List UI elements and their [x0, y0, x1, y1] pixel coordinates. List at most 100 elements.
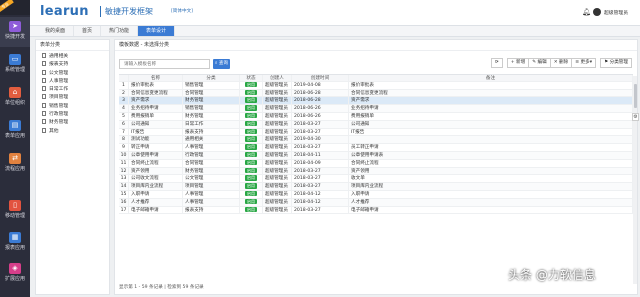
bell-icon[interactable]: 🔔︎ — [582, 8, 591, 16]
table-row[interactable]: 9 转正申请 人事管理 启用 超级管理员 2018-03-27 员工转正申请 — [119, 144, 633, 152]
column-header[interactable] — [119, 75, 129, 81]
table-cell: 8 — [119, 136, 129, 144]
status-cell: 启用 — [240, 151, 263, 159]
table-row[interactable]: 1 报价审批表 销售管理 启用 超级管理员 2019-04-08 报价审批表 — [119, 81, 633, 90]
table-cell: 合同管理 — [183, 89, 240, 97]
avatar[interactable] — [593, 8, 601, 16]
table-cell: 业务招待申请 — [129, 105, 183, 112]
tree-item[interactable]: 财务管理 — [42, 119, 109, 127]
sidebar-item-mobile[interactable]: ▯ 移动管理 — [0, 196, 30, 226]
table-row[interactable]: 7 IT报告 报表支持 启用 超级管理员 2018-03-27 IT报告 — [119, 128, 633, 137]
sidebar-item-quick-dev[interactable]: ➤ 快捷开发 — [0, 17, 30, 47]
table-row[interactable]: 16 人才推荐 人事管理 启用 超级管理员 2018-04-12 人才推荐 — [119, 198, 633, 207]
file-icon — [42, 69, 46, 75]
tab-hot-features[interactable]: 热门功能 — [101, 26, 139, 36]
table-cell: 超级管理员 — [263, 120, 292, 128]
sidebar-item-form[interactable]: ▤ 表单应用 — [0, 116, 30, 146]
table-row[interactable]: 17 电子邮箱申请 报表支持 启用 超级管理员 2018-03-27 电子邮箱申请 — [119, 206, 633, 215]
delete-button[interactable]: ✕ 删除 — [549, 58, 573, 68]
tree-item[interactable]: 报表支持 — [42, 61, 109, 69]
column-header[interactable]: 创建人 — [263, 75, 292, 81]
table-cell: 6 — [119, 120, 129, 128]
refresh-button[interactable]: ⟳ — [490, 58, 503, 68]
grid-scrollbar[interactable] — [633, 76, 637, 284]
table-row[interactable]: 2 合同信息变更流程 合同管理 启用 超级管理员 2018-06-28 合同信息变更流程 — [119, 89, 633, 98]
column-header[interactable]: 备注 — [349, 75, 633, 81]
table-cell: 人才推荐 — [129, 198, 183, 206]
status-badge: 启用 — [245, 97, 257, 103]
table-cell: 16 — [119, 198, 129, 206]
tree-item[interactable]: 销售管理 — [42, 102, 109, 111]
sidebar-item-system[interactable]: ▭ 系统管理 — [0, 50, 30, 80]
status-badge: 启用 — [245, 128, 257, 135]
column-header[interactable]: 分类 — [183, 75, 240, 81]
file-icon — [42, 86, 46, 92]
table-row[interactable]: 14 项目库内业流程 项目管理 启用 超级管理员 2018-03-27 项目库内业流程 — [119, 183, 633, 191]
tree-item[interactable]: 公文管理 — [42, 69, 109, 78]
category-manage-button[interactable]: ⚑ 分类管理 — [600, 58, 632, 68]
table-cell: 5 — [119, 112, 129, 120]
scrollbar-thumb[interactable] — [633, 84, 637, 108]
table-row[interactable]: 13 公司收文流程 公文管理 启用 超级管理员 2018-03-27 收文单 — [119, 175, 633, 184]
status-cell: 启用 — [240, 175, 263, 183]
tree-item[interactable]: 其他 — [42, 127, 109, 136]
table-row[interactable]: 3 资产需求 财务管理 启用 超级管理员 2018-06-28 资产需求 — [119, 97, 633, 106]
user-name[interactable]: 超级管理员 — [604, 9, 628, 16]
sidebar-item-flow[interactable]: ⇄ 流程应用 — [0, 149, 30, 179]
add-button[interactable]: + 新增 — [506, 58, 530, 68]
tree-item[interactable]: 日常工作 — [42, 86, 109, 94]
language-switch[interactable]: [简体中文] — [171, 8, 193, 15]
org-icon: ⌂ — [9, 87, 21, 98]
table-cell: 4 — [119, 105, 129, 112]
table-cell — [349, 136, 633, 144]
sidebar-item-extend[interactable]: ◈ 扩展应用 — [0, 259, 30, 289]
table-cell: 超级管理员 — [263, 183, 292, 190]
pro-ribbon: 专业 — [0, 0, 14, 13]
tab-form-design[interactable]: 表单设计 — [138, 26, 176, 36]
table-row[interactable]: 10 公章使用申请 行政管理 启用 超级管理员 2018-04-11 公章使用申请表 — [119, 151, 633, 160]
tab-my-desktop[interactable]: 我的桌面 — [37, 26, 75, 36]
column-header[interactable]: 创建时间 — [292, 75, 349, 81]
status-badge: 启用 — [245, 167, 257, 174]
edit-button[interactable]: ✎ 编辑 — [528, 58, 551, 68]
table-cell: 项目库内业流程 — [349, 183, 633, 190]
table-cell: 2018-04-09 — [292, 159, 349, 167]
column-header[interactable]: 状态 — [240, 75, 263, 81]
column-header[interactable]: 名称 — [129, 75, 183, 81]
table-row[interactable]: 6 公司通知 日常工作 启用 超级管理员 2018-03-27 公司通知 — [119, 120, 633, 129]
table-cell: 公司收文流程 — [129, 175, 183, 183]
tree-item[interactable]: 通用相关 — [42, 53, 109, 61]
form-icon: ▤ — [9, 120, 21, 131]
table-cell: 12 — [119, 167, 129, 175]
status-badge: 启用 — [245, 151, 257, 158]
tree-item-label: 项目管理 — [49, 95, 69, 101]
search-button[interactable]: ⌕ 查询 — [213, 59, 230, 69]
sidebar-item-report[interactable]: ▦ 报表应用 — [0, 228, 30, 258]
tab-home[interactable]: 首页 — [74, 26, 102, 36]
table-cell: 超级管理员 — [263, 89, 292, 97]
table-row[interactable]: 12 资产领用 财务管理 启用 超级管理员 2018-03-27 资产领用 — [119, 167, 633, 176]
gear-icon[interactable]: ⚙ — [632, 113, 639, 121]
table-cell: 1 — [119, 81, 129, 89]
table-cell: 14 — [119, 183, 129, 190]
tree-item[interactable]: 行政管理 — [42, 111, 109, 119]
sidebar-item-org[interactable]: ⌂ 单位组织 — [0, 83, 30, 113]
tree-item[interactable]: 项目管理 — [42, 94, 109, 102]
grid-header: 名称 分类 状态 创建人 创建时间 备注 — [119, 74, 633, 82]
table-row[interactable]: 15 入职申请 人事管理 启用 超级管理员 2018-04-12 入职申请 — [119, 190, 633, 199]
more-button[interactable]: ≡ 更多▾ — [571, 58, 597, 68]
report-icon: ▦ — [9, 232, 21, 243]
search-input[interactable] — [119, 59, 210, 69]
category-tree-panel: 表单分类 通用相关 报表支持 公文管理 人事管理 日常工作 项目管理 销售管理 行政管理 财务管… — [35, 39, 110, 295]
table-row[interactable]: 4 业务招待申请 销售管理 启用 超级管理员 2018-06-26 业务招待申请 — [119, 105, 633, 113]
extend-icon: ◈ — [9, 263, 21, 274]
tree-item[interactable]: 人事管理 — [42, 77, 109, 86]
table-row[interactable]: 8 测试功能 通用相关 启用 超级管理员 2019-04-30 — [119, 136, 633, 145]
table-cell: 财务管理 — [183, 112, 240, 120]
table-cell: 2018-04-11 — [292, 151, 349, 159]
table-row[interactable]: 11 合同终止流程 合同管理 启用 超级管理员 2018-04-09 合同终止流程 — [119, 159, 633, 168]
status-cell: 启用 — [240, 206, 263, 214]
table-row[interactable]: 5 费用报销单 财务管理 启用 超级管理员 2018-06-26 费用报销单 — [119, 112, 633, 121]
status-cell: 启用 — [240, 136, 263, 144]
table-cell: 超级管理员 — [263, 112, 292, 120]
